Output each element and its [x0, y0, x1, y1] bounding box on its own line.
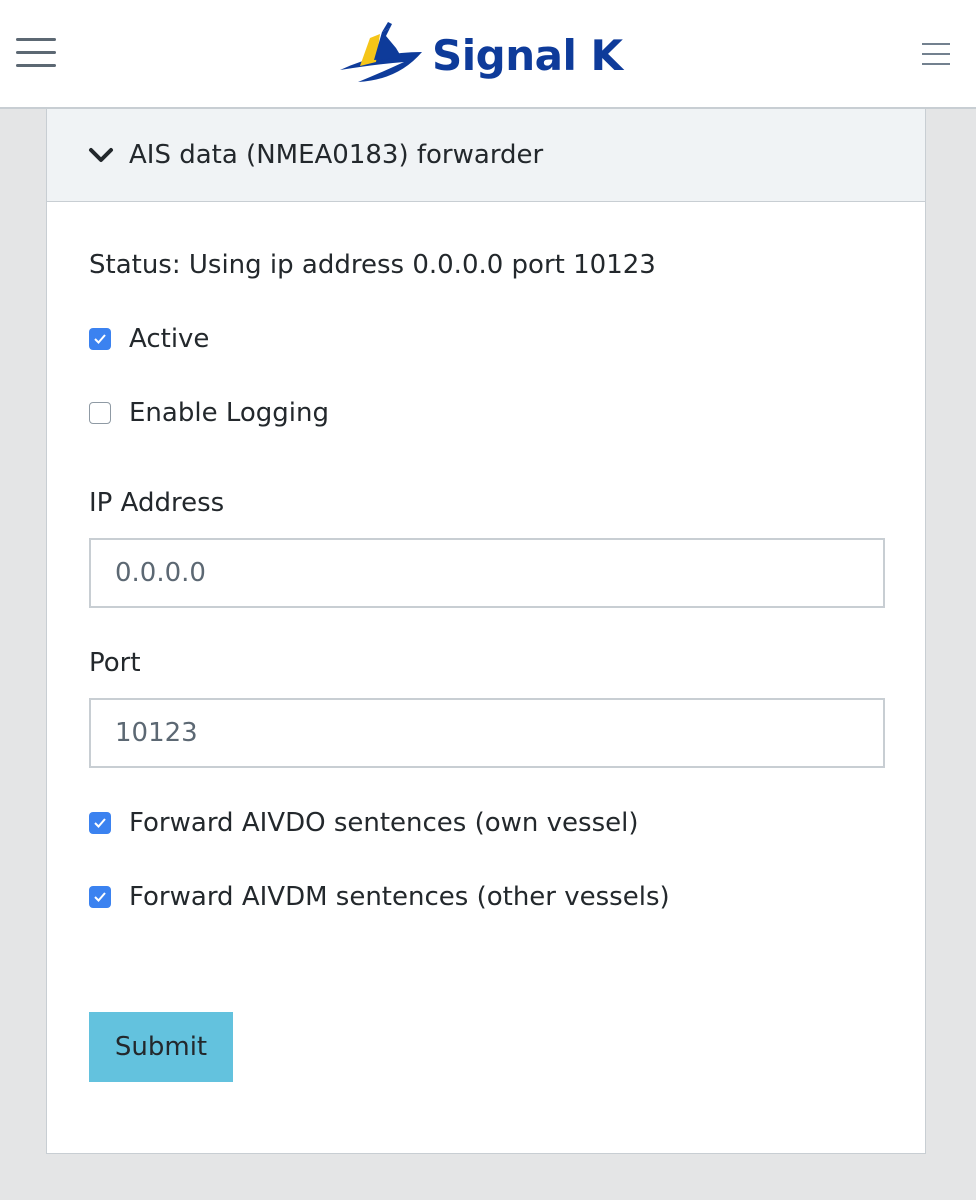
plugin-panel-header[interactable]: AIS data (NMEA0183) forwarder	[47, 109, 925, 202]
status-text: Status: Using ip address 0.0.0.0 port 10…	[89, 250, 656, 280]
submit-button[interactable]: Submit	[89, 1012, 233, 1082]
plugin-panel-title: AIS data (NMEA0183) forwarder	[129, 140, 544, 170]
port-label: Port	[89, 648, 141, 678]
aside-toggle-hamburger-icon[interactable]	[922, 43, 950, 67]
signalk-boat-icon	[340, 22, 422, 82]
enable-logging-label: Enable Logging	[129, 398, 329, 428]
checkmark-icon	[94, 334, 106, 344]
forward-aivdo-checkbox[interactable]	[89, 812, 111, 834]
aivdm-checkbox-row[interactable]: Forward AIVDM sentences (other vessels)	[89, 882, 670, 912]
ip-address-label: IP Address	[89, 488, 225, 518]
checkmark-icon	[94, 818, 106, 828]
active-checkbox[interactable]	[89, 328, 111, 350]
brand-logo[interactable]: Signal K	[338, 22, 623, 88]
port-input[interactable]	[89, 698, 885, 768]
ip-address-input[interactable]	[89, 538, 885, 608]
active-label: Active	[129, 324, 210, 354]
logging-checkbox-row[interactable]: Enable Logging	[89, 398, 329, 428]
forward-aivdm-checkbox[interactable]	[89, 886, 111, 908]
enable-logging-checkbox[interactable]	[89, 402, 111, 424]
forward-aivdo-label: Forward AIVDO sentences (own vessel)	[129, 808, 639, 838]
checkmark-icon	[94, 892, 106, 902]
top-navbar: Signal K	[0, 0, 976, 109]
brand-name: Signal K	[432, 30, 623, 80]
plugin-config-card: AIS data (NMEA0183) forwarder Status: Us…	[46, 109, 926, 1154]
sidebar-toggle-hamburger-icon[interactable]	[16, 38, 56, 72]
active-checkbox-row[interactable]: Active	[89, 324, 209, 354]
forward-aivdm-label: Forward AIVDM sentences (other vessels)	[129, 882, 670, 912]
chevron-down-icon	[89, 148, 113, 162]
aivdo-checkbox-row[interactable]: Forward AIVDO sentences (own vessel)	[89, 808, 639, 838]
